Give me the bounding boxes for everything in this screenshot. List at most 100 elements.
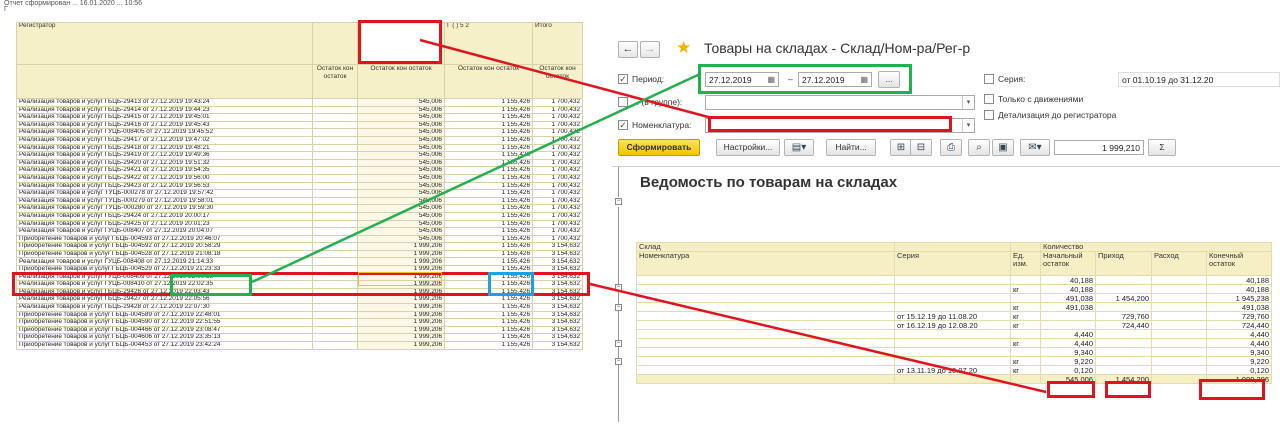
register-row[interactable]: Приобретение товаров и услуг ГБЦБ-004466… <box>16 325 583 335</box>
group-input[interactable]: ▾ <box>705 95 975 110</box>
calendar-icon[interactable]: ▦ <box>860 74 868 86</box>
col-start: Начальный остаток <box>1040 251 1096 276</box>
period-to-input[interactable]: 27.12.2019 ▦ <box>798 72 872 87</box>
register-row[interactable]: Приобретение товаров и услуг ГБЦБ-004592… <box>16 242 583 251</box>
total-row[interactable]: 545,006 1 454,200 1 999,206 <box>636 374 1273 384</box>
register-row[interactable]: Реализация товаров и услуг ТУЦБ-000280 о… <box>16 204 583 213</box>
favorite-star-icon[interactable]: ★ <box>676 38 691 58</box>
register-row[interactable]: Реализация товаров и услуг ГБЦБ-29418 от… <box>16 143 583 153</box>
register-row[interactable]: Реализация товаров и услуг ГБЦБ-29424 от… <box>16 211 583 221</box>
register-row[interactable]: Реализация товаров и услуг ГУЦБ-008409 о… <box>16 272 583 282</box>
register-row[interactable]: Реализация товаров и услуг ГБЦБ-29417 от… <box>16 135 583 145</box>
stock-cell-o <box>1151 293 1207 303</box>
stock-row[interactable]: кг 491,038 491,038 <box>636 302 1273 312</box>
stock-row[interactable]: 9,340 9,340 <box>636 347 1273 357</box>
expand-groups-icon[interactable]: ⊞ <box>890 139 912 156</box>
generate-button[interactable]: Сформировать <box>618 139 700 156</box>
series-checkbox[interactable] <box>984 74 994 84</box>
group-toggle-icon[interactable]: − <box>615 304 622 311</box>
stock-cell-s <box>894 329 1011 339</box>
series-value[interactable]: от 01.10.19 до 31.12.20 <box>1118 72 1280 87</box>
dropdown-icon[interactable]: ▾ <box>962 119 974 132</box>
only-moves-checkbox[interactable] <box>984 94 994 104</box>
print-icon[interactable]: ⎙ <box>940 139 962 156</box>
register-row[interactable]: Приобретение товаров и услуг ГБЦБ-004528… <box>16 249 583 259</box>
save-icon[interactable]: ▣ <box>992 139 1014 156</box>
period-checkbox[interactable]: ✓ <box>618 74 628 84</box>
register-row[interactable]: Реализация товаров и услуг ГБЦБ-29427 от… <box>16 295 583 305</box>
stock-row[interactable]: от 13.11.19 до 10.07.20 кг 0,120 0,120 <box>636 365 1273 375</box>
register-row[interactable]: Реализация товаров и услуг ГБЦБ-29423 от… <box>16 181 583 191</box>
stock-cell-s <box>894 347 1011 357</box>
dropdown-icon[interactable]: ▾ <box>962 96 974 109</box>
stock-row[interactable]: 4,440 4,440 <box>636 329 1273 339</box>
registrar-cell: Реализация товаров и услуг ГУЦБ-008409 о… <box>16 272 313 282</box>
stock-row[interactable]: кг 40,188 40,188 <box>636 284 1273 294</box>
register-report: Отчет сформирован ... 16.01.2020 ... 10:… <box>0 0 600 424</box>
group-toggle-icon[interactable]: − <box>615 340 622 347</box>
register-row[interactable]: Реализация товаров и услуг ГУЦБ-008408 о… <box>16 257 583 267</box>
mail-icon[interactable]: ✉▾ <box>1020 139 1050 156</box>
stock-row[interactable]: кг 9,220 9,220 <box>636 356 1273 366</box>
value-a-cell: 545,006 <box>357 128 445 137</box>
register-row[interactable]: Реализация товаров и услуг ГБЦБ-29415 от… <box>16 113 583 122</box>
forward-button[interactable]: → <box>640 41 660 58</box>
register-row[interactable]: Реализация товаров и услуг ГБЦБ-29413 от… <box>16 98 583 107</box>
selected-sum-field[interactable]: 1 999,210 <box>1054 140 1144 155</box>
register-row[interactable]: Приобретение товаров и услуг ГБЦБ-004589… <box>16 310 583 320</box>
registrar-cell: Реализация товаров и услуг ГБЦБ-29428 от… <box>16 303 313 312</box>
stock-row[interactable]: 491,038 1 454,200 1 945,238 <box>636 293 1273 303</box>
register-row[interactable]: Реализация товаров и услуг ГБЦБ-29420 от… <box>16 158 583 168</box>
stock-row[interactable]: от 16.12.19 до 12.08.20 кг 724,440 724,440 <box>636 320 1273 330</box>
group-toggle-icon[interactable]: − <box>615 358 622 365</box>
variants-icon[interactable]: ▤▾ <box>784 139 814 156</box>
register-row[interactable]: Реализация товаров и услуг ГУЦБ-008410 о… <box>16 280 583 289</box>
register-row[interactable]: Реализация товаров и услуг ГБЦБ-29422 от… <box>16 173 583 183</box>
group-toggle-icon[interactable]: − <box>615 198 622 205</box>
find-button[interactable]: Найти... <box>826 139 876 156</box>
stock-cell-s: от 16.12.19 до 12.08.20 <box>894 320 1011 330</box>
register-row[interactable]: Реализация товаров и услуг ГБЦБ-29428 от… <box>16 303 583 312</box>
nomenclature-checkbox[interactable]: ✓ <box>618 120 628 130</box>
register-row[interactable]: Реализация товаров и услуг ГБЦБ-29426 от… <box>16 287 583 297</box>
registrar-cell: Реализация товаров и услуг ГБЦБ-29425 от… <box>16 219 313 229</box>
settings-button[interactable]: Настройки... <box>716 139 780 156</box>
stock-cell-e: 0,120 <box>1205 365 1273 375</box>
nomenclature-input[interactable]: ▾ <box>705 118 975 133</box>
register-row[interactable]: Реализация товаров и услуг ГБЦБ-29421 от… <box>16 166 583 175</box>
register-row[interactable]: Приобретение товаров и услуг ГБЦБ-004529… <box>16 265 583 274</box>
value-a-cell: 545,006 <box>357 143 445 153</box>
register-row[interactable]: Реализация товаров и услуг ГБЦБ-29419 от… <box>16 151 583 160</box>
stock-cell-i: 1 454,200 <box>1095 374 1152 384</box>
total-cell: 3 154,632 <box>532 325 583 335</box>
back-button[interactable]: ← <box>618 41 638 58</box>
register-row[interactable]: Приобретение товаров и услуг ГБЦБ-004606… <box>16 333 583 342</box>
stock-row[interactable]: 40,188 40,188 <box>636 275 1273 285</box>
group-checkbox[interactable] <box>618 97 628 107</box>
sum-button[interactable]: Σ <box>1148 139 1176 156</box>
calendar-icon[interactable]: ▦ <box>767 74 775 86</box>
detail-checkbox[interactable] <box>984 110 994 120</box>
register-row[interactable]: Реализация товаров и услуг ГБЦБ-29414 от… <box>16 105 583 115</box>
register-row[interactable]: Реализация товаров и услуг ГБЦБ-29416 от… <box>16 120 583 130</box>
period-from-input[interactable]: 27.12.2019 ▦ <box>705 72 779 87</box>
period-select-button[interactable]: ... <box>878 71 900 88</box>
stock-cell-i <box>1095 356 1152 366</box>
register-row[interactable]: Реализация товаров и услуг ГБЦБ-29425 от… <box>16 219 583 229</box>
stock-row[interactable]: от 15.12.19 до 11.08.20 кг 729,760 729,760 <box>636 311 1273 321</box>
register-row[interactable]: Приобретение товаров и услуг ГБЦБ-004590… <box>16 318 583 327</box>
stock-row[interactable]: кг 4,440 4,440 <box>636 338 1273 348</box>
register-row[interactable]: Приобретение товаров и услуг ГБЦБ-004593… <box>16 234 583 244</box>
registrar-cell: Реализация товаров и услуг ГБЦБ-29413 от… <box>16 98 313 107</box>
empty-cell <box>312 303 358 312</box>
stock-cell-o <box>1151 365 1207 375</box>
register-row[interactable]: Приобретение товаров и услуг ГБЦБ-004453… <box>16 341 583 350</box>
collapse-groups-icon[interactable]: ⊟ <box>910 139 932 156</box>
register-row[interactable]: Реализация товаров и услуг ГУЦБ-008405 о… <box>16 128 583 137</box>
report-header-fragment: Г <box>4 6 8 13</box>
group-toggle-icon[interactable]: − <box>615 284 622 291</box>
register-row[interactable]: Реализация товаров и услуг ГУЦБ-008407 о… <box>16 227 583 236</box>
register-row[interactable]: Реализация товаров и услуг ТУЦБ-000278 о… <box>16 189 583 198</box>
preview-icon[interactable]: ⌕ <box>968 139 990 156</box>
register-row[interactable]: Реализация товаров и услуг ТУЦБ-000279 о… <box>16 196 583 206</box>
